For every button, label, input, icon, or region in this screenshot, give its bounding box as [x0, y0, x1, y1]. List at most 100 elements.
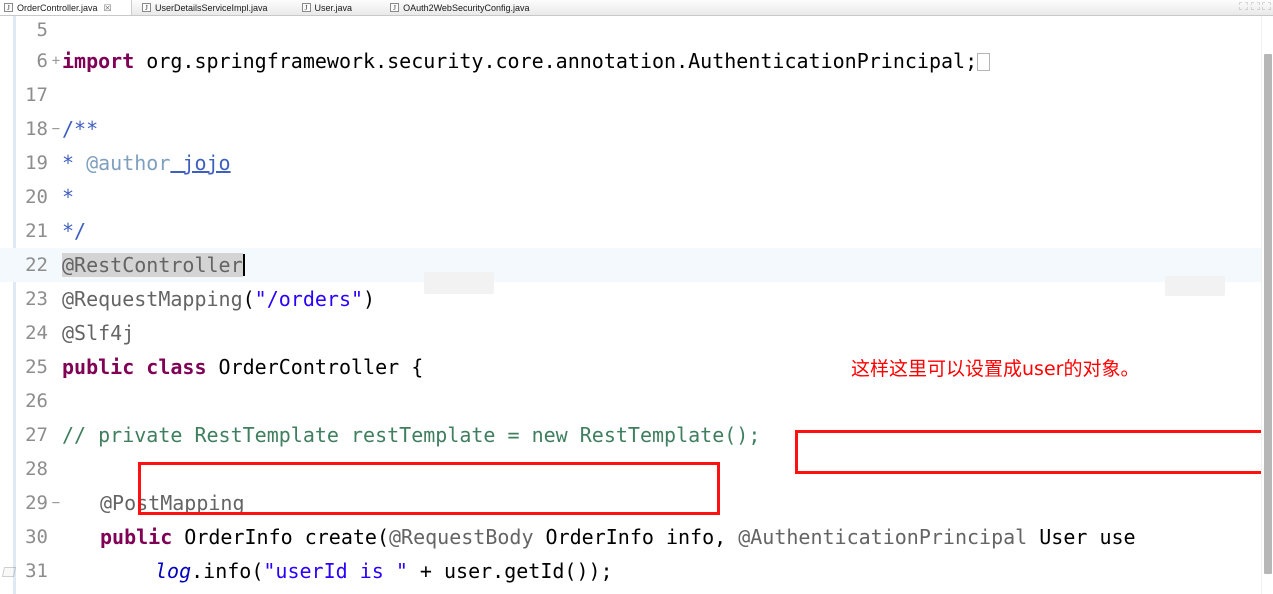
annotation-post-mapping: @PostMapping	[100, 491, 245, 515]
code-line[interactable]: 32 // PriceInfo price = restTemplate.get…	[0, 588, 1273, 594]
keyword-public: public	[62, 355, 135, 379]
class-declaration: OrderController {	[206, 355, 424, 379]
tab-label: OAuth2WebSecurityConfig.java	[403, 2, 530, 13]
minimize-icon[interactable]	[1239, 2, 1248, 10]
method-signature: OrderInfo create(	[172, 525, 389, 549]
log-info-args: + user.getId());	[407, 559, 613, 583]
code-line[interactable]: 29 − @PostMapping	[0, 486, 1273, 520]
code-text: import org.springframework.security.core…	[62, 44, 991, 78]
annotation-rest-controller: @RestController	[62, 253, 243, 277]
code-editor[interactable]: 5 6 + import org.springframework.securit…	[0, 16, 1273, 594]
code-text: @RestController	[62, 248, 245, 282]
code-line[interactable]: 28	[0, 452, 1273, 486]
code-text: * @author jojo	[62, 146, 231, 180]
annotation-request-mapping: @RequestMapping	[62, 287, 243, 311]
javadoc-open: /**	[62, 117, 99, 141]
keyword-public: public	[100, 525, 173, 549]
scrollbar-thumb[interactable]	[1264, 54, 1272, 574]
code-line[interactable]: 30 public OrderInfo create(@RequestBody …	[0, 520, 1273, 554]
java-file-icon: J	[301, 3, 311, 12]
keyword-import: import	[62, 49, 135, 73]
javadoc-close: */	[62, 219, 87, 243]
log-info-call: .info(	[191, 559, 264, 583]
string-orders-path: "/orders"	[254, 287, 364, 311]
code-text: public OrderInfo create(@RequestBody Ord…	[100, 520, 1136, 554]
code-line[interactable]: 27 // private RestTemplate restTemplate …	[0, 418, 1273, 452]
line-number: 22	[25, 254, 48, 276]
import-path: org.springframework.security.core.annota…	[134, 49, 978, 73]
tab-oauth2-web-security-config[interactable]: J OAuth2WebSecurityConfig.java	[386, 0, 535, 15]
javadoc-star: *	[62, 185, 75, 209]
line-number: 20	[25, 186, 48, 208]
red-note-chinese: 这样这里可以设置成user的对象。	[851, 358, 1140, 380]
code-line[interactable]: 19 * @author jojo	[0, 146, 1273, 180]
line-number: 32	[0, 588, 48, 594]
tab-label: UserDetailsServiceImpl.java	[155, 2, 268, 13]
line-number: 17	[25, 84, 48, 106]
code-line[interactable]: 26	[0, 384, 1273, 418]
field-log: log	[155, 559, 192, 583]
param-separator: ,	[714, 525, 739, 549]
code-text: @RequestMapping("/orders")	[62, 282, 375, 316]
code-line[interactable]: 18 − /**	[0, 112, 1273, 146]
annotation-slf4j: @Slf4j	[62, 321, 135, 345]
line-number: 28	[25, 458, 48, 480]
tab-order-controller[interactable]: J OrderController.java ☒	[0, 0, 132, 15]
invisible-char-box	[977, 53, 991, 71]
close-icon[interactable]: ☒	[104, 0, 112, 15]
line-number: 26	[25, 390, 48, 412]
line-number: 18	[25, 118, 48, 140]
image-smudge-artifact	[424, 272, 494, 294]
line-number: 23	[25, 288, 48, 310]
commented-rest-template: // private RestTemplate restTemplate = n…	[62, 423, 761, 447]
code-line[interactable]: 20 *	[0, 180, 1273, 214]
image-smudge-artifact	[1165, 276, 1225, 296]
editor-tab-bar: J OrderController.java ☒ J UserDetailsSe…	[0, 0, 1273, 16]
line-number: 29	[25, 492, 48, 514]
tab-label: User.java	[314, 2, 353, 13]
string-user-id: "userId is "	[263, 559, 408, 583]
vertical-scrollbar[interactable]	[1261, 16, 1273, 594]
java-file-icon: J	[4, 3, 13, 12]
java-file-icon: J	[390, 3, 400, 12]
fold-collapse-icon[interactable]: −	[50, 486, 62, 520]
javadoc-star: *	[62, 151, 87, 175]
code-text: log.info("userId is " + user.getId());	[155, 554, 613, 588]
paren-open: (	[242, 287, 255, 311]
window-controls[interactable]	[1237, 0, 1271, 12]
code-line[interactable]: 22 @RestController	[0, 248, 1273, 282]
code-text: public class OrderController {	[62, 350, 423, 384]
code-line[interactable]: 5	[0, 16, 1273, 44]
line-number: 19	[25, 152, 48, 174]
code-line[interactable]: 24 @Slf4j	[0, 316, 1273, 350]
annotation-request-body: @RequestBody	[389, 525, 534, 549]
tab-user[interactable]: J User.java	[298, 0, 359, 15]
code-area[interactable]: 5 6 + import org.springframework.securit…	[0, 16, 1273, 594]
keyword-class: class	[134, 355, 207, 379]
code-line[interactable]: 31 log.info("userId is " + user.getId())…	[0, 554, 1273, 588]
code-line[interactable]: 21 */	[0, 214, 1273, 248]
annotation-authentication-principal: @AuthenticationPrincipal	[738, 525, 1028, 549]
paren-close: )	[363, 287, 376, 311]
line-number: 6	[36, 50, 48, 72]
fold-collapse-icon[interactable]: −	[50, 112, 62, 146]
breakpoint-marker-icon[interactable]	[2, 564, 16, 578]
line-number: 24	[25, 322, 48, 344]
code-line[interactable]: 17	[0, 78, 1273, 112]
java-file-icon: J	[142, 3, 151, 12]
close-icon[interactable]	[1262, 2, 1271, 10]
line-number: 21	[25, 220, 48, 242]
code-line[interactable]: 23 @RequestMapping("/orders")	[0, 282, 1273, 316]
line-number: 25	[25, 356, 48, 378]
code-line[interactable]: 6 + import org.springframework.security.…	[0, 44, 1273, 78]
tab-user-details-service-impl[interactable]: J UserDetailsServiceImpl.java	[138, 0, 274, 15]
tab-label: OrderController.java	[17, 2, 98, 13]
maximize-icon[interactable]	[1251, 2, 1260, 10]
line-number: 27	[25, 424, 48, 446]
javadoc-author-tag: @author	[86, 151, 171, 175]
commented-price-info: // PriceInfo price = restTemplate.getFor…	[62, 588, 1086, 594]
line-number: 5	[36, 19, 48, 41]
param-order-info: OrderInfo info	[533, 525, 715, 549]
fold-expand-icon[interactable]: +	[50, 44, 62, 78]
javadoc-author-name: jojo	[170, 151, 231, 175]
